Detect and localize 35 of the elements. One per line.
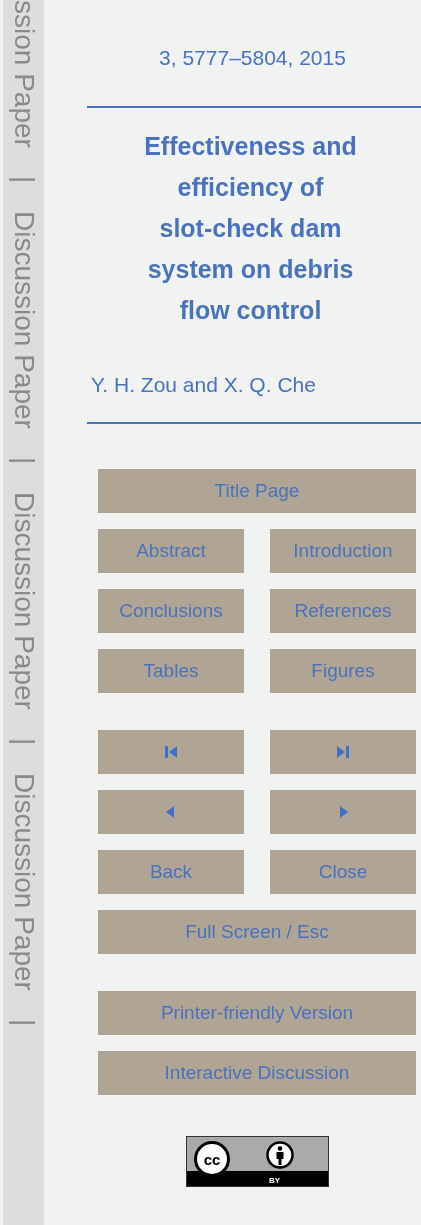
nav-button[interactable]: Figures	[270, 649, 416, 693]
nav-button[interactable]: Full Screen / Esc	[98, 910, 416, 954]
nav-button[interactable]: Back	[98, 850, 244, 894]
nav-button[interactable]: Title Page	[98, 469, 416, 513]
first-page-icon	[165, 746, 177, 758]
nav-button[interactable]: Introduction	[270, 529, 416, 573]
citation-text: 3, 5777–5804, 2015	[158, 45, 347, 71]
nav-button[interactable]: Interactive Discussion	[98, 1051, 416, 1095]
sidebar-label: |	[9, 738, 38, 746]
license-label: BY	[269, 1177, 281, 1185]
nav-button[interactable]: Printer-friendly Version	[98, 991, 416, 1035]
nav-button[interactable]: Conclusions	[98, 589, 244, 633]
sidebar-label: Discussion Paper	[9, 773, 38, 992]
nav-button[interactable]: Tables	[98, 649, 244, 693]
license-badge[interactable]: cc BY	[186, 1136, 329, 1187]
first-page-button[interactable]	[98, 730, 244, 774]
sidebar-label: |	[9, 457, 38, 465]
person-icon	[266, 1141, 294, 1169]
paper-title: Effectiveness and efficiency of slot-check dam system on debris flow control	[143, 130, 358, 326]
nav-button[interactable]: References	[270, 589, 416, 633]
sidebar-label: ssion Paper	[9, 0, 38, 148]
cc-logo: cc	[194, 1141, 230, 1177]
next-icon	[337, 806, 349, 818]
nav-button[interactable]: Abstract	[98, 529, 244, 573]
next-button[interactable]	[270, 790, 416, 834]
last-page-button[interactable]	[270, 730, 416, 774]
sidebar-label: Discussion Paper	[9, 211, 38, 430]
sidebar-label: |	[9, 175, 38, 184]
nav-button[interactable]: Close	[270, 850, 416, 894]
previous-icon	[165, 806, 177, 818]
author-names: Y. H. Zou and X. Q. Che	[91, 371, 317, 398]
previous-button[interactable]	[98, 790, 244, 834]
sidebar-label: |	[9, 1019, 38, 1027]
sidebar-label: Discussion Paper	[9, 492, 38, 711]
last-page-icon	[337, 746, 349, 758]
